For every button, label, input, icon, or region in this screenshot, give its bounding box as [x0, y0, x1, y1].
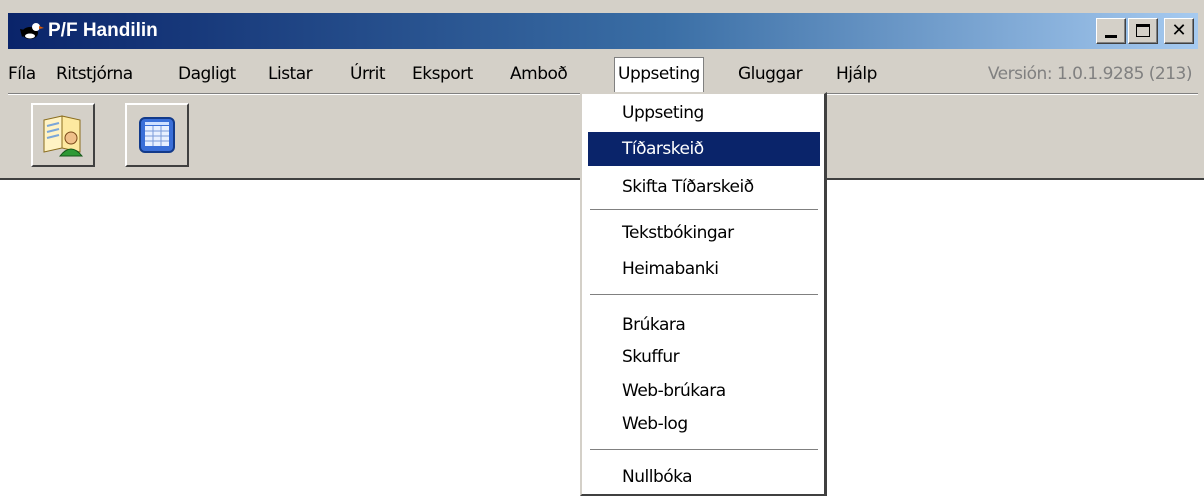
title-bar[interactable]: P/F Handilin ✕ — [8, 13, 1198, 49]
maximize-icon — [1136, 24, 1150, 37]
menu-item-tidarskeid[interactable]: Tíðarskeið — [588, 132, 820, 166]
menu-dagligt[interactable]: Dagligt — [178, 58, 236, 90]
menu-item-web-log[interactable]: Web-log — [588, 407, 820, 441]
version-label: Versión: 1.0.1.9285 (213) — [987, 64, 1193, 84]
menu-item-skifta-tidarskeid[interactable]: Skifta Tíðarskeið — [588, 170, 820, 204]
toolbar-button-user-document[interactable] — [31, 103, 95, 167]
menu-item-tekstbokingar[interactable]: Tekstbókingar — [588, 216, 820, 250]
menu-uppseting[interactable]: Uppseting — [614, 57, 704, 92]
menu-gluggar[interactable]: Gluggar — [738, 58, 803, 90]
menu-item-nullboka[interactable]: Nullbóka — [588, 460, 820, 494]
user-document-icon — [43, 115, 84, 157]
window-title: P/F Handilin — [48, 20, 158, 41]
minimize-button[interactable] — [1096, 18, 1126, 44]
window-controls: ✕ — [1096, 18, 1194, 44]
menu-ritstjorna[interactable]: Ritstjórna — [56, 58, 133, 90]
puffin-logo-icon — [20, 23, 44, 39]
minimize-icon — [1105, 35, 1117, 38]
menu-ambod[interactable]: Amboð — [510, 58, 568, 90]
maximize-button[interactable] — [1128, 18, 1158, 44]
menu-item-web-brukara[interactable]: Web-brúkara — [588, 374, 820, 408]
menu-item-brukara[interactable]: Brúkara — [588, 308, 820, 342]
menu-item-skuffur[interactable]: Skuffur — [588, 340, 820, 374]
menu-separator — [590, 294, 818, 296]
menu-item-heimabanki[interactable]: Heimabanki — [588, 252, 820, 286]
uppseting-dropdown-menu: Uppseting Tíðarskeið Skifta Tíðarskeið T… — [580, 92, 827, 496]
calendar-grid-icon — [139, 117, 175, 153]
menu-separator — [590, 209, 818, 211]
menu-separator — [590, 449, 818, 451]
toolbar-button-calendar[interactable] — [125, 103, 189, 167]
close-icon: ✕ — [1171, 20, 1187, 41]
menu-hjalp[interactable]: Hjálp — [836, 58, 877, 90]
menu-listar[interactable]: Listar — [268, 58, 313, 90]
menu-item-uppseting[interactable]: Uppseting — [588, 96, 820, 130]
menu-urrit[interactable]: Úrrit — [350, 58, 386, 90]
menu-fila[interactable]: Fíla — [8, 58, 36, 90]
close-button[interactable]: ✕ — [1164, 18, 1194, 44]
menu-eksport[interactable]: Eksport — [412, 58, 473, 90]
